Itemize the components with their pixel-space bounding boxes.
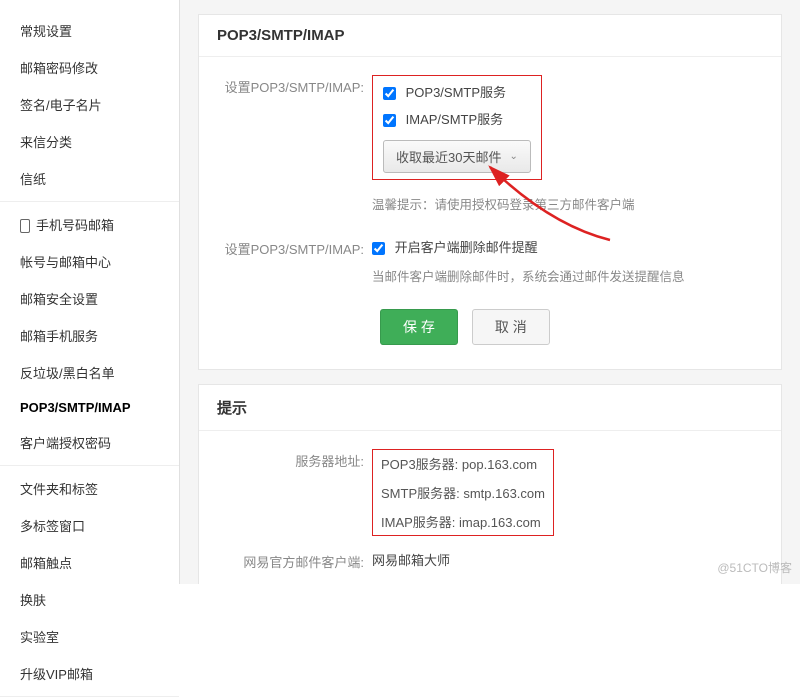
delete-notify-hint: 当邮件客户端删除邮件时，系统会通过邮件发送提醒信息 [372, 266, 763, 285]
sidebar-item-2-3[interactable]: 邮箱手机服务 [0, 317, 179, 354]
sidebar-item-label: 常规设置 [20, 24, 72, 39]
smtp-server: SMTP服务器: smtp.163.com [381, 483, 545, 502]
sidebar-item-3-2[interactable]: 邮箱触点 [0, 544, 179, 581]
delete-notify-row: 设置POP3/SMTP/IMAP: 开启客户端删除邮件提醒 当邮件客户端删除邮件… [217, 237, 763, 285]
sidebar-item-label: 邮箱手机服务 [20, 329, 98, 344]
sidebar-item-label: 邮箱安全设置 [20, 292, 98, 307]
pop3-smtp-label: POP3/SMTP服务 [406, 85, 506, 100]
sidebar-item-1-2[interactable]: 签名/电子名片 [0, 86, 179, 123]
sidebar-item-2-2[interactable]: 邮箱安全设置 [0, 280, 179, 317]
imap-smtp-label: IMAP/SMTP服务 [406, 112, 504, 127]
server-address-label: 服务器地址: [217, 449, 372, 470]
sidebar-item-1-1[interactable]: 邮箱密码修改 [0, 49, 179, 86]
sidebar-item-2-0[interactable]: 手机号码邮箱 [0, 206, 179, 243]
sidebar-item-label: 多标签窗口 [20, 519, 85, 534]
delete-notify-checkbox[interactable] [372, 242, 385, 255]
imap-smtp-checkbox[interactable] [383, 114, 396, 127]
protocol-label: 设置POP3/SMTP/IMAP: [217, 75, 372, 96]
tips-panel: 提示 服务器地址: POP3服务器: pop.163.com SMTP服务器: … [198, 384, 782, 584]
sidebar-item-3-0[interactable]: 文件夹和标签 [0, 470, 179, 507]
sidebar-item-label: 邮箱触点 [20, 556, 72, 571]
pop3-server: POP3服务器: pop.163.com [381, 454, 545, 473]
official-client-value: 网易邮箱大师 [372, 550, 763, 569]
delete-notify-text: 开启客户端删除邮件提醒 [395, 240, 538, 255]
protocol-settings-row: 设置POP3/SMTP/IMAP: POP3/SMTP服务 IMAP/SMTP服… [217, 75, 763, 213]
tips-title: 提示 [199, 385, 781, 431]
sidebar-item-2-4[interactable]: 反垃圾/黑白名单 [0, 354, 179, 391]
sidebar-item-label: 来信分类 [20, 135, 72, 150]
cancel-button[interactable]: 取 消 [472, 309, 550, 345]
pop3-smtp-checkbox[interactable] [383, 87, 396, 100]
settings-sidebar: 常规设置邮箱密码修改签名/电子名片来信分类信纸 手机号码邮箱帐号与邮箱中心邮箱安… [0, 0, 180, 584]
chevron-down-icon: ⌄ [509, 151, 517, 162]
auth-hint: 温馨提示：请使用授权码登录第三方邮件客户端 [372, 194, 763, 213]
save-button[interactable]: 保 存 [380, 309, 458, 345]
sidebar-item-label: 签名/电子名片 [20, 98, 102, 113]
sidebar-item-1-4[interactable]: 信纸 [0, 160, 179, 197]
delete-notify-label: 设置POP3/SMTP/IMAP: [217, 237, 372, 258]
sidebar-item-3-3[interactable]: 换肤 [0, 581, 179, 618]
sidebar-item-label: 文件夹和标签 [20, 482, 98, 497]
sidebar-item-label: 帐号与邮箱中心 [20, 255, 111, 270]
sidebar-item-label: 升级VIP邮箱 [20, 667, 93, 682]
sidebar-item-label: 换肤 [20, 593, 46, 608]
panel-title: POP3/SMTP/IMAP [199, 15, 781, 57]
sidebar-item-label: 信纸 [20, 172, 46, 187]
sidebar-item-label: 邮箱密码修改 [20, 61, 98, 76]
sidebar-item-label: 实验室 [20, 630, 59, 645]
fetch-range-dropdown[interactable]: 收取最近30天邮件 ⌄ [383, 140, 531, 173]
highlight-box-servers: POP3服务器: pop.163.com SMTP服务器: smtp.163.c… [372, 449, 554, 536]
pop3-smtp-imap-panel: POP3/SMTP/IMAP 设置POP3/SMTP/IMAP: POP3/SM… [198, 14, 782, 370]
sidebar-item-1-3[interactable]: 来信分类 [0, 123, 179, 160]
sidebar-item-2-5[interactable]: POP3/SMTP/IMAP [0, 391, 179, 424]
main-content: POP3/SMTP/IMAP 设置POP3/SMTP/IMAP: POP3/SM… [180, 0, 800, 584]
highlight-box-services: POP3/SMTP服务 IMAP/SMTP服务 收取最近30天邮件 ⌄ [372, 75, 542, 180]
sidebar-item-2-6[interactable]: 客户端授权密码 [0, 424, 179, 461]
sidebar-item-label: 手机号码邮箱 [36, 218, 114, 233]
sidebar-item-label: 反垃圾/黑白名单 [20, 366, 115, 381]
sidebar-item-3-1[interactable]: 多标签窗口 [0, 507, 179, 544]
sidebar-item-1-0[interactable]: 常规设置 [0, 12, 179, 49]
official-client-label: 网易官方邮件客户端: [217, 550, 372, 571]
imap-server: IMAP服务器: imap.163.com [381, 512, 545, 531]
phone-icon [20, 219, 30, 233]
sidebar-item-label: POP3/SMTP/IMAP [20, 400, 131, 415]
sidebar-item-3-4[interactable]: 实验室 [0, 618, 179, 655]
sidebar-item-label: 客户端授权密码 [20, 436, 111, 451]
sidebar-item-2-1[interactable]: 帐号与邮箱中心 [0, 243, 179, 280]
sidebar-item-3-5[interactable]: 升级VIP邮箱 [0, 655, 179, 692]
watermark: @51CTO博客 [717, 559, 792, 576]
